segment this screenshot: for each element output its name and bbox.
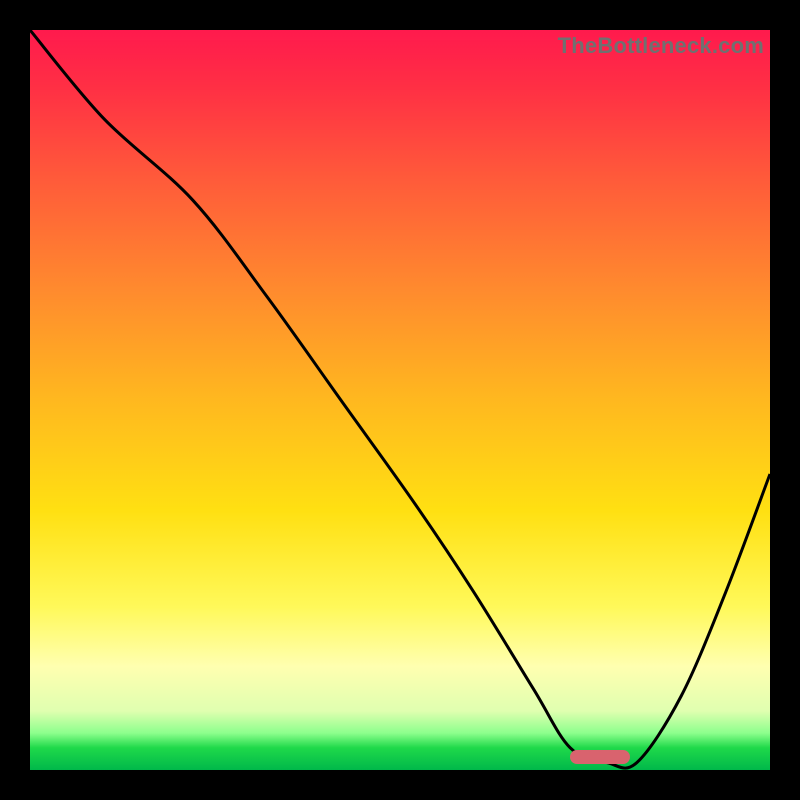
optimal-marker [570,750,630,764]
bottleneck-curve [30,30,770,768]
chart-curve-svg [30,30,770,770]
watermark-text: TheBottleneck.com [558,33,764,59]
chart-frame: TheBottleneck.com [30,30,770,770]
chart-plot-area [30,30,770,770]
